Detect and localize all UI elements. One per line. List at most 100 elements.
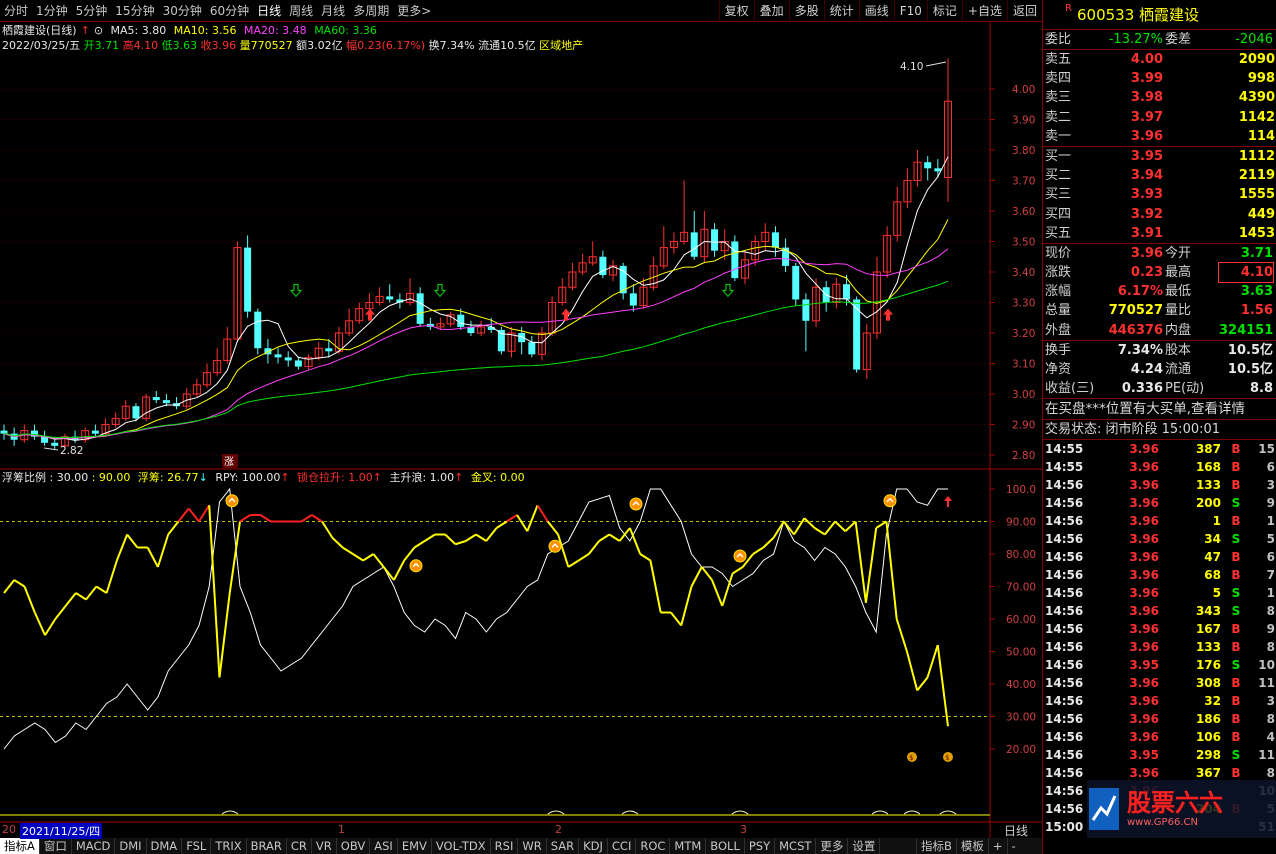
price-tick-label: 3.60	[1012, 206, 1035, 218]
tick-volume: 298	[1195, 748, 1221, 763]
quote-label: 总量	[1045, 303, 1072, 319]
indicator-tab[interactable]: SAR	[547, 838, 580, 854]
book-row: 买五 3.91 1453	[1043, 224, 1276, 243]
quote-label: 内盘	[1165, 322, 1192, 338]
indicator-tab[interactable]: BOLL	[706, 838, 745, 854]
indicator-tab[interactable]: VOL-TDX	[432, 838, 491, 854]
indicator-tab[interactable]: FSL	[182, 838, 212, 854]
candle-body	[132, 406, 140, 419]
indicator-tab[interactable]: 更多	[816, 838, 849, 854]
fc-line-segment	[311, 514, 323, 523]
bottom-right-tab[interactable]: +	[987, 838, 1007, 854]
period-tab[interactable]: 多周期	[349, 2, 393, 19]
indicator-tab[interactable]: RSI	[491, 838, 519, 854]
indicator-tab[interactable]: ROC	[636, 838, 671, 854]
indicator-tab[interactable]: 设置	[848, 838, 881, 854]
indicator-tab[interactable]: PSY	[745, 838, 776, 854]
indicator-tab[interactable]: VR	[312, 838, 337, 854]
period-tab[interactable]: 日线	[253, 2, 285, 19]
fc-line-segment	[905, 651, 919, 691]
tick-time: 14:56	[1045, 694, 1084, 709]
fc-line-segment	[218, 592, 231, 678]
indicator-tab[interactable]: DMI	[115, 838, 147, 854]
indicator-tab[interactable]: EMV	[398, 838, 432, 854]
toolbar-button[interactable]: F10	[893, 0, 927, 22]
indicator-tab[interactable]: TRIX	[211, 838, 247, 854]
period-tab[interactable]: 周线	[285, 2, 317, 19]
bottom-right-tab[interactable]: -	[1006, 838, 1020, 854]
indicator-tick-label: 90.00	[1006, 517, 1036, 529]
indicator-tab[interactable]: 指标A	[0, 838, 40, 854]
toolbar-button[interactable]: 统计	[823, 0, 859, 22]
period-indicator[interactable]: 日线	[1004, 822, 1028, 839]
fc-line-segment	[711, 579, 724, 607]
tick-row: 14:56 3.96 68 B 7	[1043, 566, 1276, 584]
book-volume: 2090	[1238, 52, 1275, 67]
indicator-tab[interactable]: CCI	[608, 838, 637, 854]
indicator-tab[interactable]: MCST	[775, 838, 817, 854]
tick-time: 14:56	[1045, 658, 1084, 673]
indicator-tab[interactable]: BRAR	[247, 838, 287, 854]
fc-line-segment	[198, 504, 211, 523]
indicator-tab[interactable]: OBV	[337, 838, 371, 854]
indicator-tab[interactable]: KDJ	[579, 838, 608, 854]
indicator-tab[interactable]: MTM	[670, 838, 707, 854]
fc-line-segment	[875, 520, 887, 529]
tick-side: B	[1231, 460, 1241, 475]
indicator-tabs: 指标A 窗口 MACD DMI DMA FSL TRIX BRAR CR VR OBV ASI EMV V…	[0, 838, 1042, 854]
tick-volume: 387	[1195, 442, 1221, 457]
indicator-header: 浮筹比例 : 30.00 : 90.00 浮筹: 26.77↓ RPY: 100…	[2, 471, 529, 485]
book-level-label: 卖五	[1045, 52, 1072, 67]
period-tab[interactable]: 30分钟	[159, 2, 206, 19]
period-tab[interactable]: 15分钟	[111, 2, 158, 19]
tick-count: 10	[1258, 658, 1275, 673]
signal-hat-icon	[548, 539, 562, 553]
indicator-tab[interactable]: MACD	[72, 838, 116, 854]
toolbar-button[interactable]: 多股	[788, 0, 824, 22]
rpy-up-arrow-icon	[944, 496, 952, 507]
tick-list[interactable]: 14:55 3.96 387 B 15 14:55 3.96 168 B 6 14:56 3.96 13…	[1043, 439, 1276, 836]
quote-value: 0.336	[1121, 381, 1163, 397]
period-tab[interactable]: 1分钟	[32, 2, 72, 19]
big-order-notice[interactable]: 在买盘***位置有大买单,查看详情	[1043, 398, 1276, 419]
toolbar-button[interactable]: 复权	[718, 0, 754, 22]
toolbar-button[interactable]: 叠加	[753, 0, 789, 22]
indicator-tab[interactable]: 窗口	[40, 838, 72, 854]
bottom-right-tab[interactable]: 指标B	[916, 838, 956, 854]
book-row: 卖二 3.97 1142	[1043, 108, 1276, 127]
toolbar-button[interactable]: 返回	[1006, 0, 1042, 22]
tick-time: 14:56	[1045, 766, 1084, 781]
period-tab[interactable]: 60分钟	[206, 2, 253, 19]
indicator-tab[interactable]: ASI	[370, 838, 398, 854]
toolbar-button[interactable]: 画线	[858, 0, 894, 22]
fc-line-segment	[793, 517, 806, 536]
tick-time: 14:56	[1045, 586, 1084, 601]
tick-side: B	[1231, 514, 1241, 529]
bottom-right-tab[interactable]: 模板	[955, 838, 988, 854]
toolbar-button[interactable]: +自选	[961, 0, 1007, 22]
indicator-tab[interactable]: WR	[518, 838, 547, 854]
period-tab[interactable]: 更多>	[393, 2, 435, 19]
price-tick-label: 3.00	[1012, 389, 1035, 401]
quote-label: 今开	[1165, 245, 1192, 261]
book-price: 3.92	[1130, 206, 1163, 222]
period-tabs: 分时 1分钟 5分钟 15分钟 30分钟 60分钟 日线 周线 月线 多周期 更多>	[0, 0, 435, 22]
trade-status: 交易状态: 闭市阶段 15:00:01	[1043, 419, 1276, 439]
sell-signal-arrow	[433, 283, 447, 298]
fc-line-segment	[536, 504, 549, 523]
tick-price: 3.96	[1129, 460, 1159, 475]
period-tab[interactable]: 5分钟	[72, 2, 112, 19]
quote-label: 外盘	[1045, 322, 1072, 338]
period-tab[interactable]: 月线	[317, 2, 349, 19]
indicator-tab[interactable]: CR	[287, 838, 312, 854]
candle-body	[842, 284, 850, 300]
toolbar-button[interactable]: 标记	[926, 0, 962, 22]
book-volume: 2119	[1238, 168, 1275, 184]
kline-chart[interactable]: 4.00 3.90 3.80 3.70 3.60 3.50 3.40 3.30 3.20 3.10…	[0, 22, 1042, 838]
watermark-title: 股票六六	[1127, 789, 1223, 817]
indicator-tab[interactable]: DMA	[147, 838, 183, 854]
period-tab[interactable]: 分时	[0, 2, 32, 19]
price-tick-label: 3.80	[1012, 145, 1035, 157]
candle-body	[924, 162, 932, 169]
candle-body	[802, 299, 810, 321]
